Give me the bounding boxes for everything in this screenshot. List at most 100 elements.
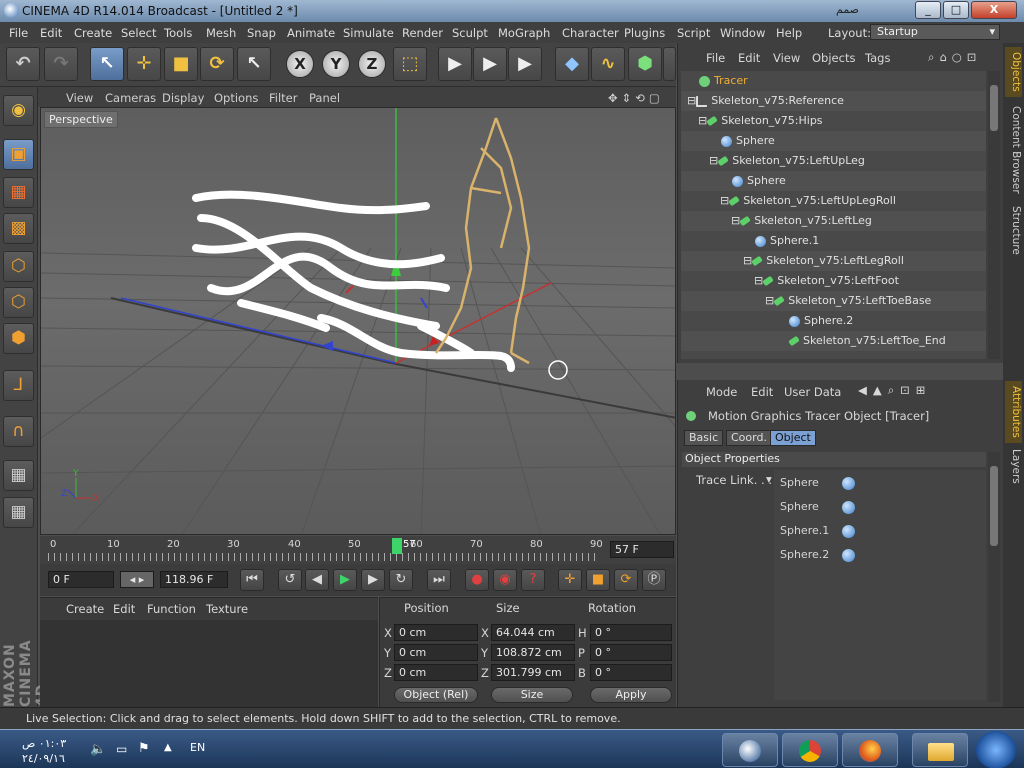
taskbar-chrome-icon[interactable] (782, 733, 838, 767)
side-tab-layers[interactable]: Layers (1005, 445, 1022, 485)
undo-icon[interactable]: ↶ (6, 47, 40, 81)
go-to-start-icon[interactable]: ⏮ (240, 569, 264, 591)
snap-icon[interactable]: ∩ (3, 416, 34, 447)
perspective-viewport[interactable]: Y X Z Perspective (40, 107, 676, 535)
scale-key-icon[interactable]: ■ (586, 569, 610, 591)
collapse-icon[interactable]: ⊟ (681, 274, 763, 287)
scale-tool-icon[interactable]: ■ (164, 47, 198, 81)
size-y-field[interactable]: 108.872 cm (491, 644, 575, 661)
rotation-h-field[interactable]: 0 ° (590, 624, 672, 641)
viewport-nav-icons[interactable]: ✥⇕⟲▢ (608, 91, 664, 105)
menu-character[interactable]: Character (562, 26, 619, 40)
side-tab-content-browser[interactable]: Content Browser (1005, 101, 1022, 199)
y-axis-lock-button[interactable]: Y (322, 50, 350, 78)
range-slider-arrows[interactable]: ◂ ▸ (120, 571, 154, 588)
attr-menu-userdata[interactable]: User Data (784, 385, 841, 399)
object-tree-scrollbar[interactable] (988, 71, 1000, 359)
menu-mesh[interactable]: Mesh (206, 26, 236, 40)
x-axis-lock-button[interactable]: X (286, 50, 314, 78)
side-tab-structure[interactable]: Structure (1005, 201, 1022, 259)
flag-icon[interactable]: ⚑ (138, 741, 150, 756)
play-forward-icon[interactable]: ▶ (333, 569, 357, 591)
collapse-icon[interactable]: ⊟ (681, 94, 696, 107)
menu-snap[interactable]: Snap (247, 26, 276, 40)
menu-help[interactable]: Help (776, 26, 802, 40)
end-frame-field[interactable]: 118.96 F (160, 571, 228, 588)
material-menu-create[interactable]: Create (66, 602, 104, 616)
windows-start-button[interactable] (976, 731, 1016, 768)
tree-row-sphere2[interactable]: Sphere.2 (681, 311, 986, 331)
parameter-key-icon[interactable]: Ⓟ (642, 569, 666, 591)
edges-mode-icon[interactable]: ⬡ (3, 287, 34, 318)
redo-icon[interactable]: ↷ (44, 47, 78, 81)
menu-sculpt[interactable]: Sculpt (452, 26, 488, 40)
rotation-p-field[interactable]: 0 ° (590, 644, 672, 661)
tree-row-sphere-2[interactable]: Sphere (681, 171, 986, 191)
live-selection-icon[interactable]: ↖ (90, 47, 124, 81)
menu-mograph[interactable]: MoGraph (498, 26, 550, 40)
rotate-tool-icon[interactable]: ⟳ (200, 47, 234, 81)
position-y-field[interactable]: 0 cm (394, 644, 478, 661)
material-menu-edit[interactable]: Edit (113, 602, 135, 616)
layout-select[interactable]: Startup ▾ (870, 24, 1000, 40)
material-menu-function[interactable]: Function (147, 602, 196, 616)
cube-object-icon[interactable]: ◆ (555, 47, 589, 81)
tree-row-sphere[interactable]: Sphere (681, 131, 986, 151)
tree-row-hips[interactable]: ⊟ Skeleton_v75:Hips (681, 111, 986, 131)
size-x-field[interactable]: 64.044 cm (491, 624, 575, 641)
record-active-objects-icon[interactable]: ● (465, 569, 489, 591)
objmgr-search-icon[interactable]: ⌕⌂○⊡ (928, 50, 981, 65)
trace-link-chevron-icon[interactable]: ▾ (766, 472, 772, 486)
texture-mode-icon[interactable]: ▦ (3, 177, 34, 208)
material-menu-texture[interactable]: Texture (206, 602, 248, 616)
minimize-button[interactable]: _ (915, 1, 941, 19)
menu-tools[interactable]: Tools (164, 26, 192, 40)
tab-basic[interactable]: Basic (684, 430, 724, 446)
timeline-ruler[interactable]: 0 10 20 30 40 50 60 70 80 90 57 57 F (40, 536, 676, 564)
tree-row-lefttoebase[interactable]: ⊟ Skeleton_v75:LeftToeBase (681, 291, 986, 311)
menu-render[interactable]: Render (402, 26, 443, 40)
maximize-button[interactable]: □ (943, 1, 969, 19)
attr-scrollbar[interactable] (988, 452, 1000, 702)
rotation-key-icon[interactable]: ⟳ (614, 569, 638, 591)
size-z-field[interactable]: 301.799 cm (491, 664, 575, 681)
viewport-menu-cameras[interactable]: Cameras (105, 91, 156, 105)
menu-create[interactable]: Create (74, 26, 112, 40)
tree-row-lefttoe-end[interactable]: Skeleton_v75:LeftToe_End (681, 331, 986, 351)
go-to-end-icon[interactable]: ⏭ (427, 569, 451, 591)
apply-button[interactable]: Apply (590, 687, 672, 703)
attr-menu-mode[interactable]: Mode (706, 385, 737, 399)
trace-link-item[interactable]: Sphere.2 (780, 548, 855, 562)
coord-mode-select[interactable]: Object (Rel) (394, 687, 478, 703)
collapse-icon[interactable]: ⊟ (681, 214, 740, 227)
tree-row-reference[interactable]: ⊟ Skeleton_v75:Reference (681, 91, 986, 111)
collapse-icon[interactable]: ⊟ (681, 154, 718, 167)
menu-animate[interactable]: Animate (287, 26, 335, 40)
next-key-icon[interactable]: ↻ (389, 569, 413, 591)
viewport-menu-filter[interactable]: Filter (269, 91, 297, 105)
speaker-icon[interactable]: 🔈 (90, 742, 106, 757)
taskbar-clock[interactable]: ٠١:٠٣ ص (22, 737, 66, 750)
workplane-mode-icon[interactable]: ▩ (3, 213, 34, 244)
object-tree[interactable]: Tracer ⊟ Skeleton_v75:Reference ⊟ Skeleton… (681, 71, 986, 359)
objmgr-menu-file[interactable]: File (706, 51, 725, 65)
material-list-area[interactable] (40, 620, 378, 708)
z-axis-lock-button[interactable]: Z (358, 50, 386, 78)
menu-file[interactable]: File (9, 26, 28, 40)
make-editable-icon[interactable]: ◉ (3, 95, 34, 126)
render-settings-icon[interactable]: ▶ (508, 47, 542, 81)
z-axis-handle-icon[interactable] (321, 341, 333, 351)
polygons-mode-icon[interactable]: ⬢ (3, 323, 34, 354)
menu-plugins[interactable]: Plugins (624, 26, 665, 40)
objmgr-menu-view[interactable]: View (773, 51, 800, 65)
trace-link-list[interactable]: Sphere Sphere Sphere.1 Sphere.2 (774, 470, 986, 700)
tree-row-leftlegroll[interactable]: ⊟ Skeleton_v75:LeftLegRoll (681, 251, 986, 271)
tree-row-leftuplegroll[interactable]: ⊟ Skeleton_v75:LeftUpLegRoll (681, 191, 986, 211)
collapse-icon[interactable]: ⊟ (681, 114, 707, 127)
position-z-field[interactable]: 0 cm (394, 664, 478, 681)
tree-row-tracer[interactable]: Tracer (681, 71, 986, 91)
taskbar-cinema4d-icon[interactable] (722, 733, 778, 767)
tree-row-leftleg[interactable]: ⊟ Skeleton_v75:LeftLeg (681, 211, 986, 231)
objmgr-menu-objects[interactable]: Objects (812, 51, 855, 65)
viewport-menu-display[interactable]: Display (162, 91, 204, 105)
